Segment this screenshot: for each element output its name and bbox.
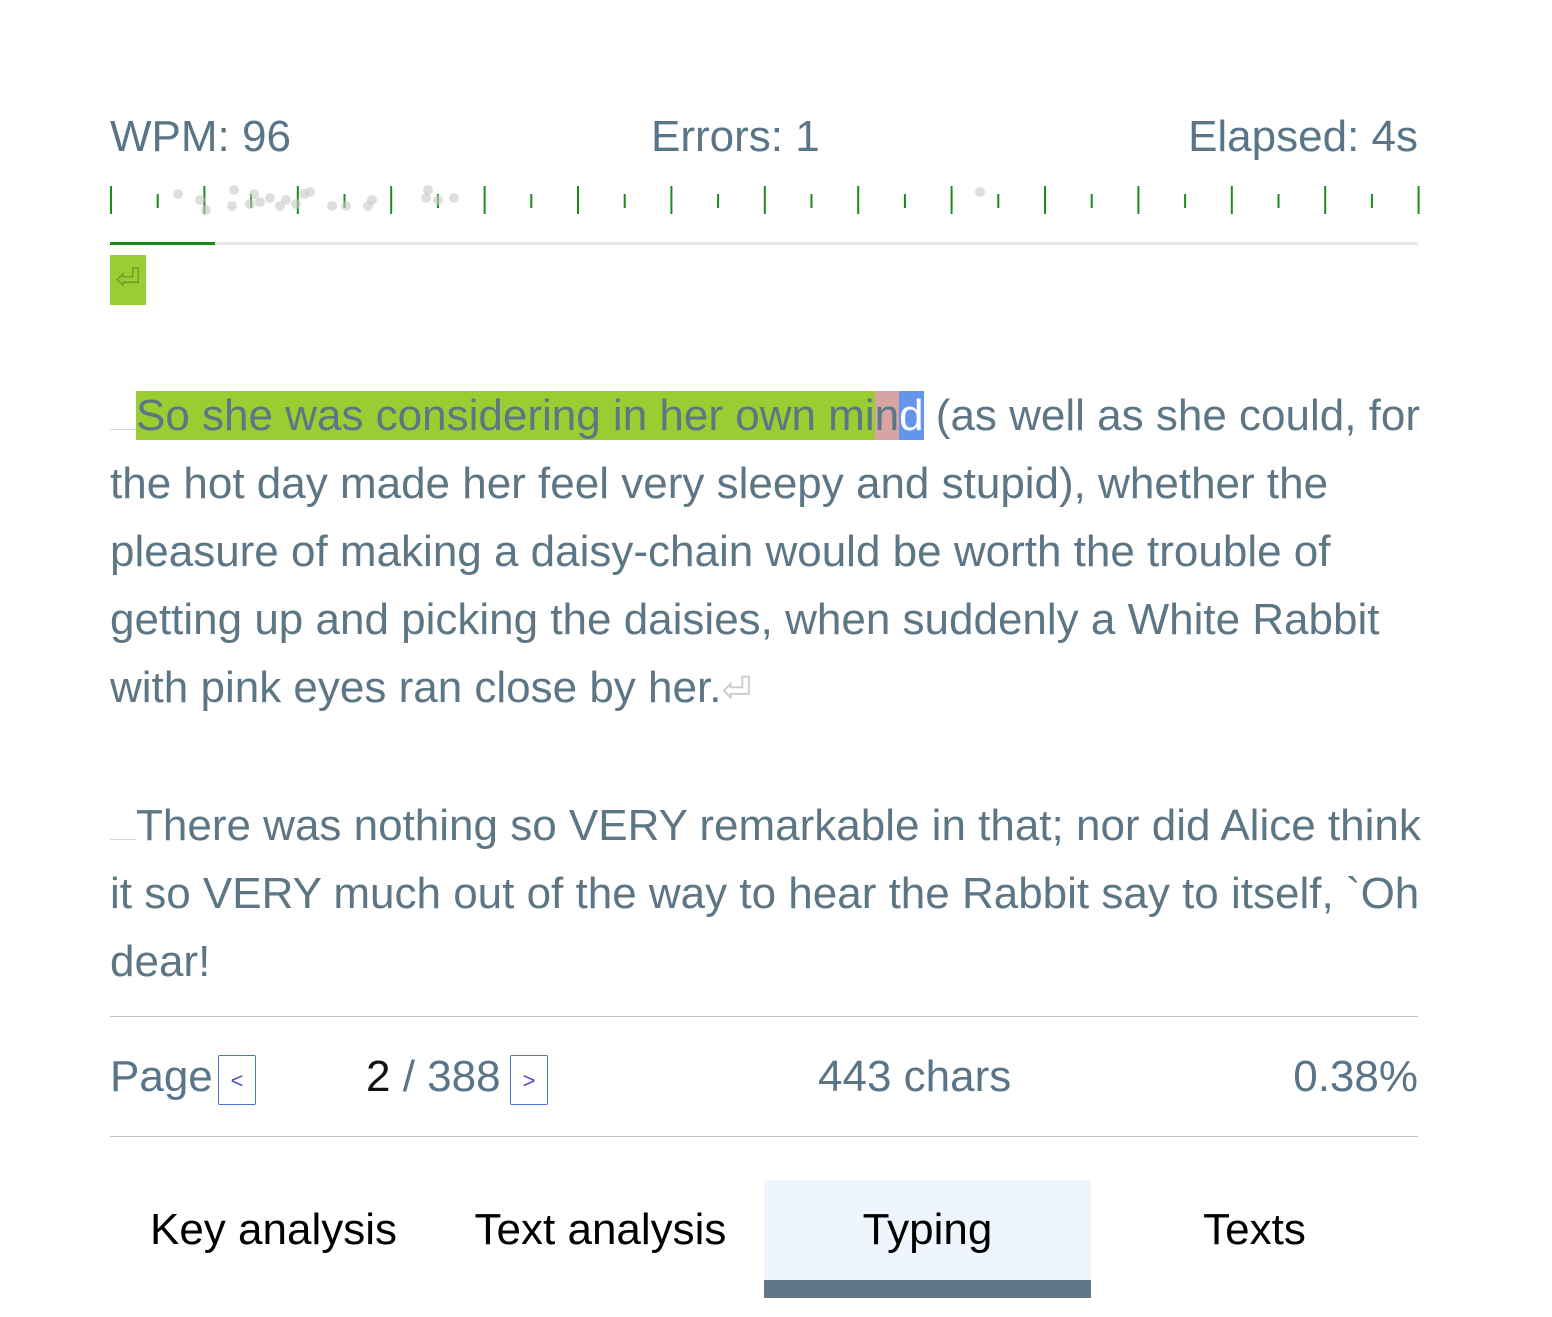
keystroke-dot (449, 193, 459, 203)
paragraph-indent-marker (110, 838, 136, 840)
tab-typing[interactable]: Typing (764, 1180, 1091, 1298)
keystroke-dot (229, 185, 239, 195)
progress-track (110, 242, 1418, 245)
next-page-button[interactable]: > (510, 1055, 548, 1105)
divider (110, 1016, 1418, 1017)
typing-text[interactable]: So she was considering in her own mind (… (110, 382, 1430, 1064)
line-end-icon: ⏎ (721, 669, 752, 710)
divider (110, 1136, 1418, 1137)
current-page: 2 (366, 1052, 391, 1101)
keystroke-dot (255, 197, 265, 207)
keystroke-dot (367, 195, 377, 205)
keystroke-dot (265, 193, 275, 203)
tab-key-analysis[interactable]: Key analysis (110, 1180, 437, 1298)
keystroke-dot (327, 201, 337, 211)
error-char: n (874, 391, 900, 440)
untyped-text: There was nothing so VERY remarkable in … (110, 801, 1421, 986)
keystroke-dot (281, 195, 291, 205)
progress-fill (110, 242, 215, 245)
keystroke-dot (227, 201, 237, 211)
keystroke-dot (305, 187, 315, 197)
keystroke-dot (433, 195, 443, 205)
paragraph: There was nothing so VERY remarkable in … (110, 792, 1430, 996)
pager: Page < 2 / 388 > 443 chars 0.38% (110, 1048, 1418, 1108)
errors-readout: Errors: 1 (651, 112, 820, 161)
keystroke-dot (201, 205, 211, 215)
keystroke-dot (341, 201, 351, 211)
enter-key-indicator: ⏎ (110, 255, 146, 305)
keystroke-dot (291, 199, 301, 209)
page-total: / 388 (390, 1052, 501, 1101)
page-number: 2 / 388 (366, 1052, 501, 1102)
return-arrow-icon: ⏎ (115, 263, 141, 296)
wpm-readout: WPM: 96 (110, 112, 291, 161)
elapsed-readout: Elapsed: 4s (1188, 112, 1418, 161)
speed-timeline (110, 185, 1420, 215)
keystroke-dot (423, 185, 433, 195)
keystroke-dot (173, 189, 183, 199)
tab-text-analysis[interactable]: Text analysis (437, 1180, 764, 1298)
keystroke-dot (245, 199, 255, 209)
tab-texts[interactable]: Texts (1091, 1180, 1418, 1298)
prev-page-button[interactable]: < (218, 1055, 256, 1105)
tab-bar: Key analysis Text analysis Typing Texts (110, 1180, 1418, 1298)
paragraph-indent-marker (110, 428, 136, 430)
typed-text: So she was considering in her own mi (136, 391, 875, 440)
progress-percent: 0.38% (1293, 1052, 1418, 1101)
char-count: 443 chars (818, 1052, 1012, 1101)
paragraph: So she was considering in her own mind (… (110, 382, 1430, 724)
page-label: Page (110, 1052, 213, 1101)
keystroke-dot (975, 187, 985, 197)
stats-bar: WPM: 96 Errors: 1 Elapsed: 4s (110, 112, 1418, 172)
keystroke-dot (249, 189, 259, 199)
keystroke-dot (195, 195, 205, 205)
cursor-char: d (899, 391, 924, 440)
